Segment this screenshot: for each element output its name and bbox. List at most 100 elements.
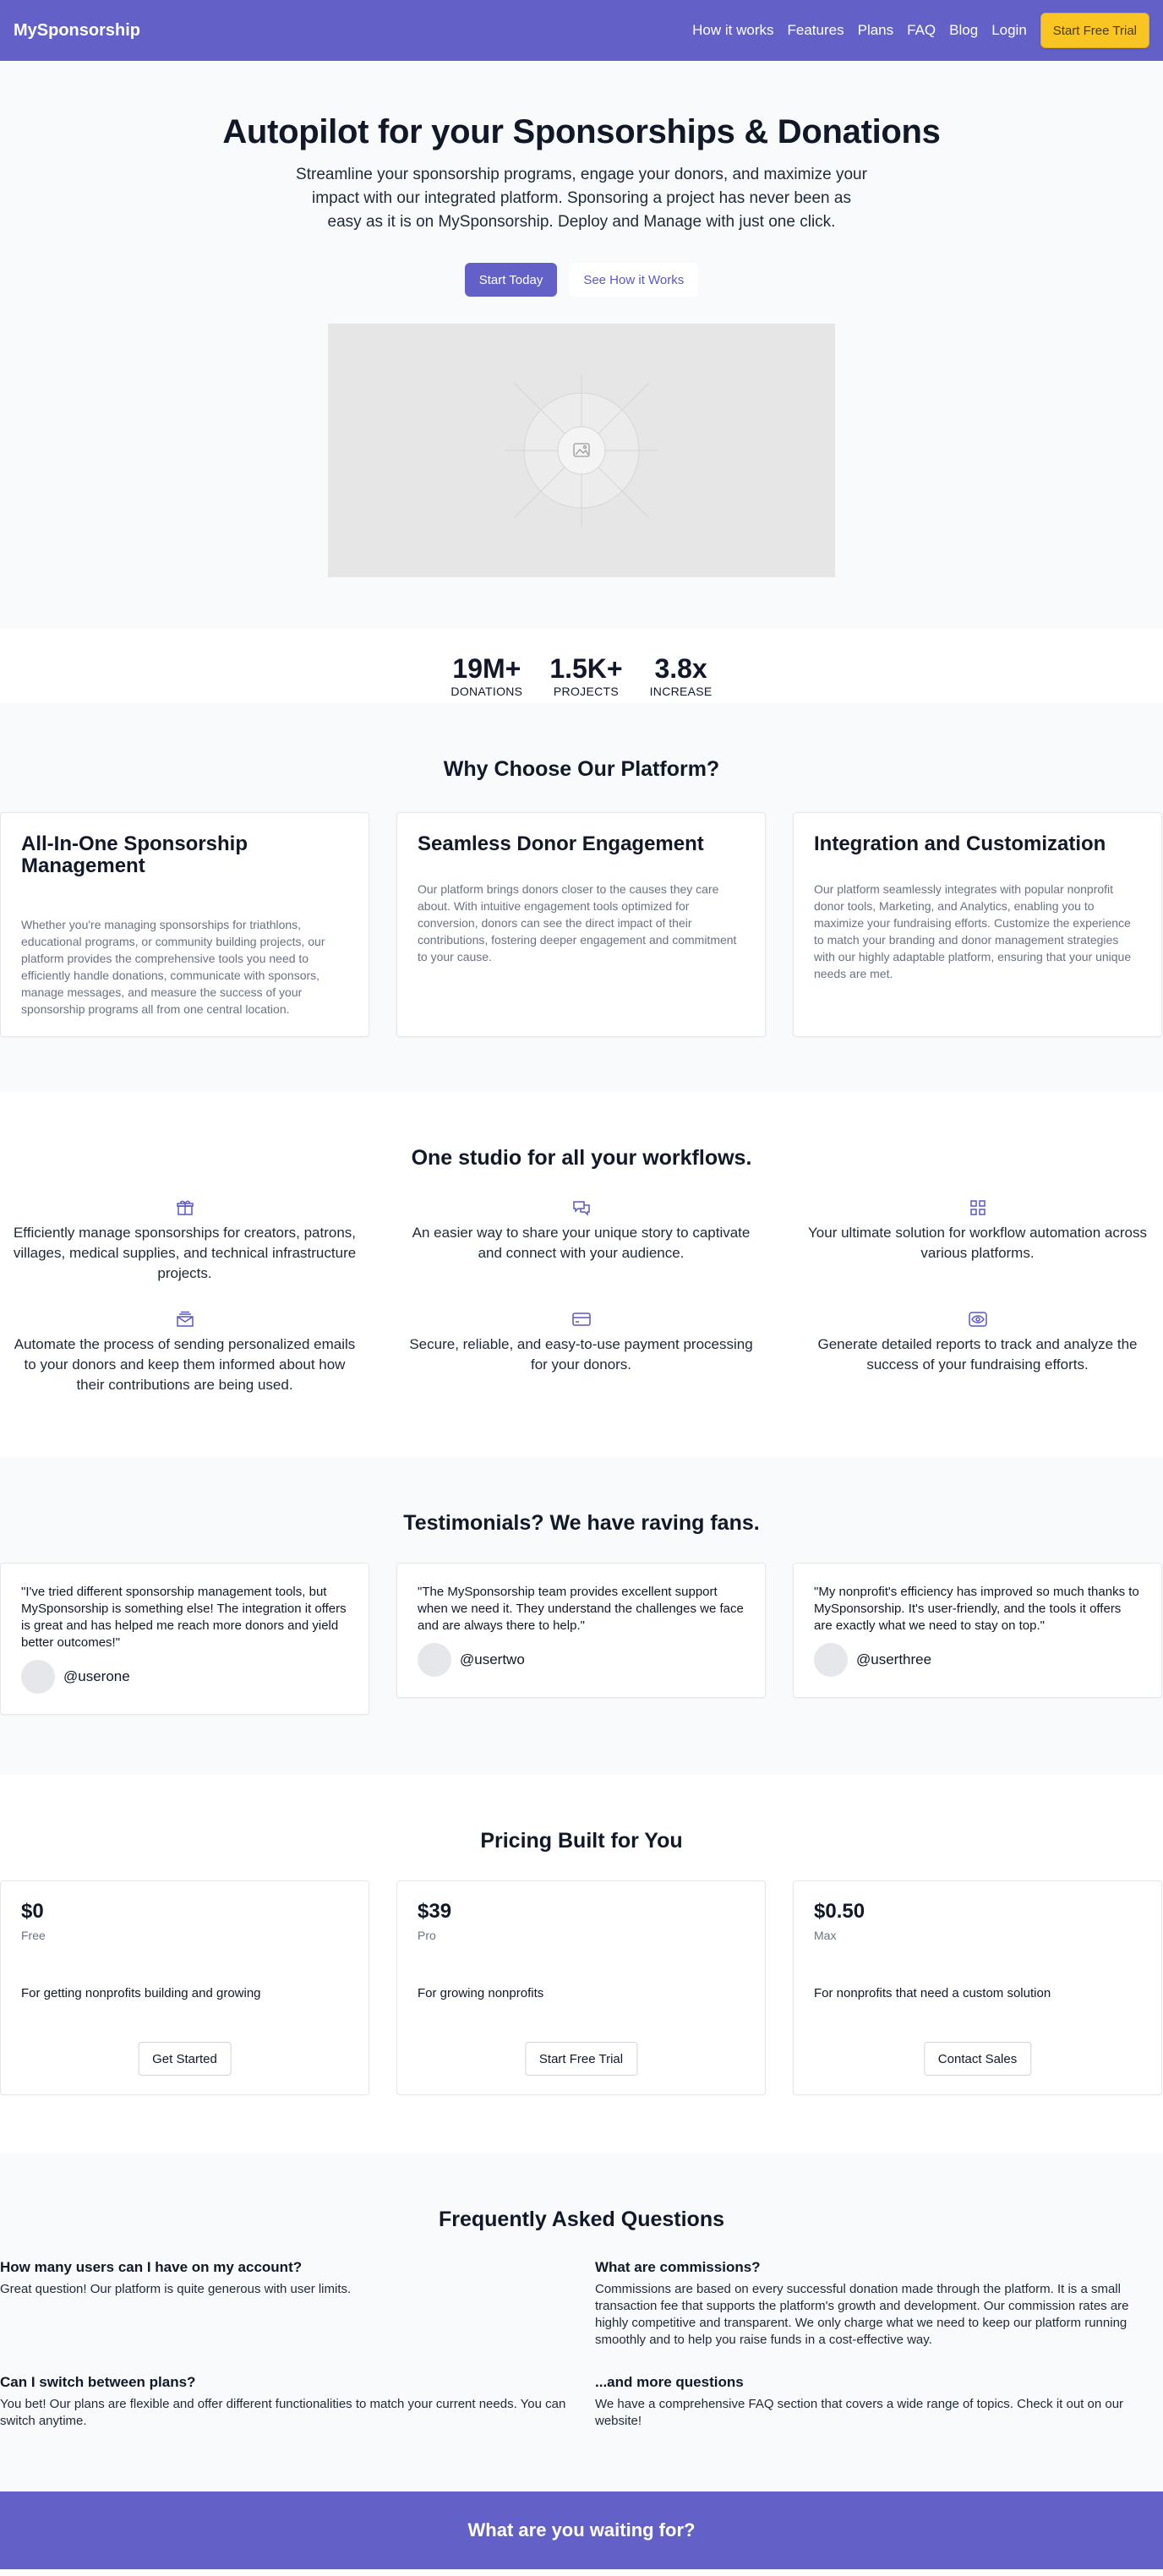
see-how-it-works-button[interactable]: See How it Works <box>569 263 699 297</box>
brand-logo[interactable]: MySponsorship <box>14 21 140 41</box>
testimonial-user: @usertwo <box>418 1643 745 1677</box>
testimonial-card: "The MySponsorship team provides excelle… <box>396 1563 766 1698</box>
why-card: Integration and Customization Our platfo… <box>793 812 1162 1037</box>
why-card-title: Seamless Donor Engagement <box>418 832 704 855</box>
plan-price: $0 <box>21 1900 44 1923</box>
feature-text: Efficiently manage sponsorships for crea… <box>13 1225 357 1281</box>
testimonials-title: Testimonials? We have raving fans. <box>403 1511 760 1535</box>
faq-item: ...and more questions We have a comprehe… <box>595 2374 1163 2430</box>
nav-link-blog[interactable]: Blog <box>949 22 978 39</box>
avatar <box>418 1643 451 1677</box>
feature-text: An easier way to share your unique story… <box>412 1225 751 1261</box>
nav-link-features[interactable]: Features <box>788 22 844 39</box>
grid-icon <box>793 1198 1162 1218</box>
why-card-body: Our platform brings donors closer to the… <box>418 882 737 963</box>
feature-item: Your ultimate solution for workflow auto… <box>793 1198 1162 1284</box>
stat-label: DONATIONS <box>450 685 523 698</box>
start-free-trial-button[interactable]: Start Free Trial <box>1040 13 1149 48</box>
why-cards: All-In-One Sponsorship Management Whethe… <box>0 812 1163 1037</box>
pricing-title: Pricing Built for You <box>480 1829 683 1853</box>
faq-answer: Great question! Our platform is quite ge… <box>0 2282 352 2296</box>
plan-description: For nonprofits that need a custom soluti… <box>814 1986 1051 2000</box>
plan-tier: Pro <box>418 1929 436 1942</box>
hero-media-placeholder <box>328 324 835 577</box>
pricing-section: Pricing Built for You $0 Free For gettin… <box>0 1775 1163 2153</box>
faq-item: How many users can I have on my account?… <box>0 2259 568 2349</box>
user-handle: @userthree <box>856 1651 932 1667</box>
why-card-body: Our platform seamlessly integrates with … <box>814 882 1132 980</box>
why-card-title: All-In-One Sponsorship Management <box>21 832 248 877</box>
testimonial-card: "I've tried different sponsorship manage… <box>0 1563 369 1715</box>
feature-text: Automate the process of sending personal… <box>14 1336 356 1393</box>
contact-sales-button[interactable]: Contact Sales <box>923 2042 1032 2076</box>
testimonials-section: Testimonials? We have raving fans. "I've… <box>0 1457 1163 1775</box>
nav-links: How it works Features Plans FAQ Blog Log… <box>692 13 1149 48</box>
plan-description: For growing nonprofits <box>418 1986 544 2000</box>
mail-stack-icon <box>0 1309 369 1329</box>
stat-increase: 3.8x INCREASE <box>650 654 713 703</box>
cta-banner: What are you waiting for? <box>0 2491 1163 2569</box>
feature-text: Secure, reliable, and easy-to-use paymen… <box>409 1336 753 1373</box>
get-started-button[interactable]: Get Started <box>138 2042 232 2076</box>
hero-subtitle: Streamline your sponsorship programs, en… <box>296 166 867 231</box>
avatar <box>21 1660 55 1694</box>
image-placeholder-icon <box>505 374 658 527</box>
start-today-button[interactable]: Start Today <box>464 263 558 297</box>
feature-item: Automate the process of sending personal… <box>0 1309 369 1395</box>
faq-grid: How many users can I have on my account?… <box>0 2259 1163 2430</box>
cta-title: What are you waiting for? <box>467 2519 696 2541</box>
hero-section: Autopilot for your Sponsorships & Donati… <box>0 61 1163 629</box>
start-free-trial-plan-button[interactable]: Start Free Trial <box>524 2042 638 2076</box>
testimonial-quote: "My nonprofit's efficiency has improved … <box>814 1585 1139 1633</box>
pricing-card-pro: $39 Pro For growing nonprofits Start Fre… <box>396 1880 766 2095</box>
why-card-title: Integration and Customization <box>814 832 1106 855</box>
why-title: Why Choose Our Platform? <box>443 757 720 781</box>
nav-link-plans[interactable]: Plans <box>858 22 894 39</box>
hero-title: Autopilot for your Sponsorships & Donati… <box>222 113 941 150</box>
eye-icon <box>793 1309 1162 1329</box>
credit-card-icon <box>396 1309 766 1329</box>
faq-item: What are commissions? Commissions are ba… <box>595 2259 1163 2349</box>
plan-description: For getting nonprofits building and grow… <box>21 1986 261 2000</box>
pricing-card-max: $0.50 Max For nonprofits that need a cus… <box>793 1880 1162 2095</box>
feature-item: An easier way to share your unique story… <box>396 1198 766 1284</box>
nav-link-login[interactable]: Login <box>991 22 1027 39</box>
feature-text: Generate detailed reports to track and a… <box>817 1336 1138 1373</box>
feature-item: Secure, reliable, and easy-to-use paymen… <box>396 1309 766 1395</box>
testimonial-card: "My nonprofit's efficiency has improved … <box>793 1563 1162 1698</box>
testimonial-user: @userthree <box>814 1643 1141 1677</box>
feature-grid: Efficiently manage sponsorships for crea… <box>0 1198 1163 1395</box>
feature-text: Your ultimate solution for workflow auto… <box>808 1225 1147 1261</box>
pricing-card-free: $0 Free For getting nonprofits building … <box>0 1880 369 2095</box>
why-section: Why Choose Our Platform? All-In-One Spon… <box>0 703 1163 1092</box>
why-card-body: Whether you're managing sponsorships for… <box>21 918 325 1016</box>
faq-question: Can I switch between plans? <box>0 2374 196 2390</box>
testimonial-quote: "I've tried different sponsorship manage… <box>21 1585 347 1650</box>
user-handle: @userone <box>63 1668 130 1684</box>
top-nav: MySponsorship How it works Features Plan… <box>0 0 1163 61</box>
hero-buttons: Start Today See How it Works <box>0 263 1163 297</box>
faq-answer: Commissions are based on every successfu… <box>595 2282 1129 2347</box>
why-card: Seamless Donor Engagement Our platform b… <box>396 812 766 1037</box>
stat-value: 19M+ <box>452 653 521 684</box>
faq-section: Frequently Asked Questions How many user… <box>0 2153 1163 2491</box>
nav-link-how-it-works[interactable]: How it works <box>692 22 773 39</box>
testimonial-quote: "The MySponsorship team provides excelle… <box>418 1585 744 1633</box>
nav-link-faq[interactable]: FAQ <box>907 22 936 39</box>
testimonial-user: @userone <box>21 1660 348 1694</box>
feature-item: Generate detailed reports to track and a… <box>793 1309 1162 1395</box>
stat-label: INCREASE <box>649 685 713 698</box>
plan-price: $0.50 <box>814 1900 865 1923</box>
feature-item: Efficiently manage sponsorships for crea… <box>0 1198 369 1284</box>
avatar <box>814 1643 848 1677</box>
user-handle: @usertwo <box>460 1651 525 1667</box>
chat-bubbles-icon <box>396 1198 766 1218</box>
stat-donations: 19M+ DONATIONS <box>450 654 522 703</box>
why-card: All-In-One Sponsorship Management Whethe… <box>0 812 369 1037</box>
gift-icon <box>0 1198 369 1218</box>
faq-question: ...and more questions <box>595 2374 744 2390</box>
faq-answer: We have a comprehensive FAQ section that… <box>595 2397 1124 2428</box>
stat-projects: 1.5K+ PROJECTS <box>549 654 622 703</box>
workflows-section: One studio for all your workflows. Effic… <box>0 1092 1163 1457</box>
stat-value: 3.8x <box>654 653 707 684</box>
